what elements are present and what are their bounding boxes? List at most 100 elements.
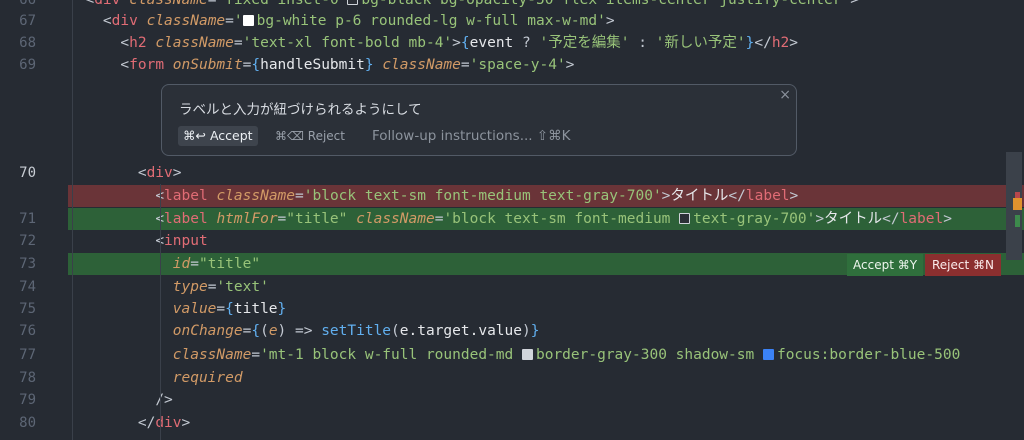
code-token: 'text-xl font-bold mb-4': [242, 35, 453, 51]
code-token: </: [882, 211, 900, 227]
close-icon[interactable]: ×: [779, 87, 791, 103]
code-token: className: [146, 13, 226, 29]
code-token: ': [233, 13, 243, 29]
code-token: {: [251, 57, 261, 73]
code-token: </: [137, 415, 156, 431]
reject-change-button[interactable]: Reject ⌘N: [925, 254, 1001, 276]
prompt-instruction-text[interactable]: ラベルと入力が紐づけられるようにして: [179, 98, 422, 118]
code-token: div: [146, 165, 173, 181]
minimap-addition-marker: [1015, 215, 1020, 227]
code-token: event: [469, 35, 523, 51]
code-line[interactable]: <div className=' bg-white p-6 rounded-lg …: [68, 10, 1024, 32]
code-token: input: [164, 233, 208, 249]
code-token: <: [120, 35, 130, 51]
code-token: 'text': [216, 279, 269, 295]
code-token: type: [172, 279, 208, 295]
indent-guide: [160, 184, 161, 440]
color-swatch: [679, 213, 691, 224]
color-swatch: [521, 349, 533, 360]
line-number: 80: [19, 415, 36, 431]
code-token: className: [216, 188, 296, 204]
code-line[interactable]: value={title}: [68, 298, 1024, 320]
code-token: <: [102, 13, 112, 29]
code-line[interactable]: </div>: [68, 412, 1024, 434]
code-token: h2: [129, 35, 147, 51]
code-token: onChange: [172, 323, 243, 339]
code-line[interactable]: type='text': [68, 276, 1024, 298]
added-code-line[interactable]: <label htmlFor="title" className='block …: [68, 208, 1024, 230]
code-token: (: [391, 323, 400, 339]
code-token: >: [789, 35, 799, 51]
code-token: className: [172, 347, 252, 363]
code-token: value: [172, 301, 217, 317]
code-token: >: [943, 211, 952, 227]
followup-instructions-input[interactable]: Follow-up instructions... ⇧⌘K: [372, 126, 571, 146]
code-token: >: [815, 211, 825, 227]
code-line[interactable]: <input: [68, 230, 1024, 252]
deleted-code-line[interactable]: <label className='block text-sm font-med…: [68, 185, 1024, 207]
code-token: 'space-y-4': [469, 57, 566, 73]
code-token: =>: [286, 323, 322, 339]
code-token: h2: [771, 35, 790, 51]
line-number: 68: [19, 35, 36, 51]
code-line[interactable]: className='mt-1 block w-full rounded-md …: [68, 344, 1024, 366]
code-token: div: [94, 0, 121, 8]
inline-edit-prompt: ラベルと入力が紐づけられるようにして × ⌘↩ Accept ⌘⌫ Reject…: [161, 84, 797, 156]
code-line[interactable]: <form onSubmit={handleSubmit} className=…: [68, 54, 1024, 76]
code-token: "title": [286, 211, 348, 227]
code-token: =: [190, 256, 199, 272]
code-token: focus:border-blue-500: [776, 347, 961, 363]
code-line[interactable]: <h2 className='text-xl font-bold mb-4'>{…: [68, 32, 1024, 54]
line-number: 73: [19, 256, 36, 272]
code-token: title: [233, 301, 278, 317]
line-number: 72: [19, 233, 36, 249]
code-line[interactable]: />: [68, 389, 1024, 411]
color-swatch: [347, 0, 359, 5]
code-token: </: [754, 35, 772, 51]
code-token: 'block text-sm font-medium: [443, 211, 680, 227]
line-number: 79: [19, 392, 36, 408]
line-number: 76: [19, 323, 36, 339]
code-line[interactable]: required: [68, 367, 1024, 389]
reject-all-button[interactable]: ⌘⌫ Reject: [275, 126, 345, 146]
code-token: }: [277, 301, 287, 317]
code-line[interactable]: <div>: [68, 162, 1024, 184]
code-token: }: [364, 57, 374, 73]
color-swatch: [242, 15, 254, 26]
code-token: "title": [198, 256, 261, 272]
code-token: タイトル: [670, 188, 729, 204]
code-token: :: [638, 35, 656, 51]
code-token: 'block text-sm font-medium text-gray-700…: [303, 188, 662, 204]
line-number: 71: [19, 211, 36, 227]
code-token: <: [120, 57, 130, 73]
accept-change-button[interactable]: Accept ⌘Y: [847, 254, 924, 276]
code-token: bg-white p-6 rounded-lg w-full max-w-md': [256, 13, 606, 29]
code-token: className: [382, 57, 461, 73]
accept-all-button[interactable]: ⌘↩ Accept: [178, 126, 258, 146]
line-number: 69: [19, 57, 36, 73]
code-token: <: [137, 165, 147, 181]
code-token: e.target.value: [399, 323, 522, 339]
code-line[interactable]: onChange={(e) => setTitle(e.target.value…: [68, 320, 1024, 342]
code-token: id: [172, 256, 191, 272]
code-token: >: [605, 13, 615, 29]
minimap-cursor-marker: [1013, 198, 1022, 210]
code-token: className: [356, 211, 435, 227]
code-token: =: [216, 301, 226, 317]
code-token: e: [268, 323, 278, 339]
code-token: =: [460, 57, 470, 73]
code-token: =: [277, 211, 287, 227]
code-token: className: [155, 35, 234, 51]
code-token: =: [295, 188, 304, 204]
